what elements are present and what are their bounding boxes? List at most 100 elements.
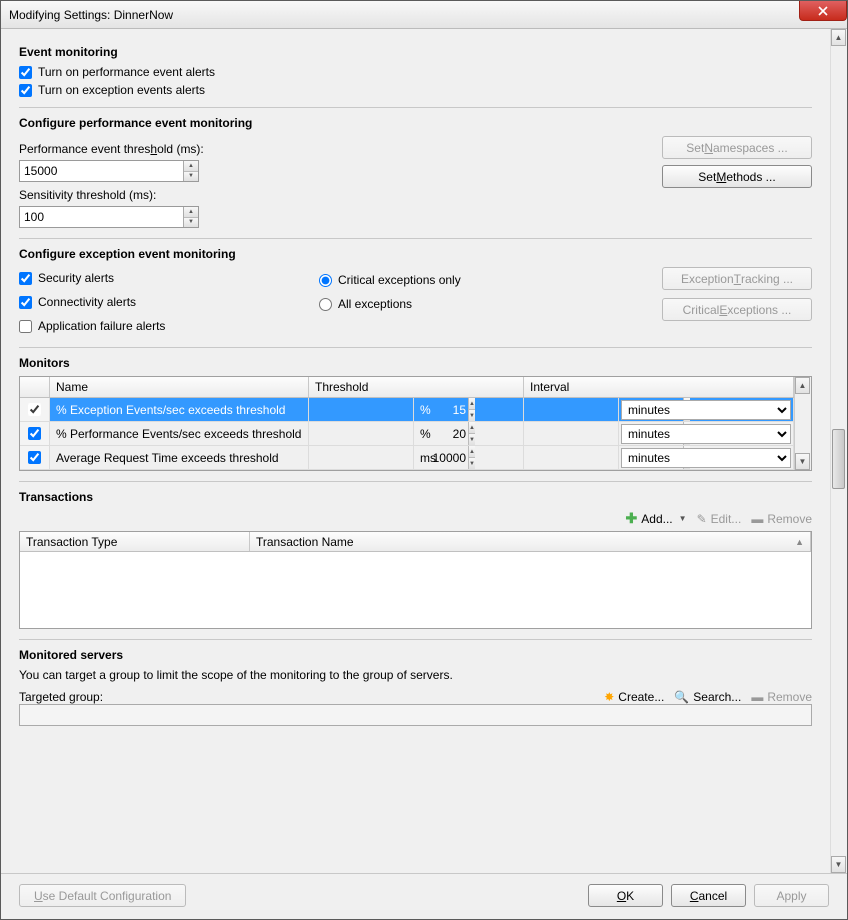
- col-name[interactable]: Name: [50, 377, 309, 397]
- close-icon: [818, 6, 828, 16]
- interval-unit-select[interactable]: minutes: [621, 424, 791, 444]
- app-failure-alerts-label: Application failure alerts: [38, 319, 165, 333]
- col-threshold[interactable]: Threshold: [309, 377, 524, 397]
- app-failure-alerts-checkbox[interactable]: [19, 320, 32, 333]
- transactions-heading: Transactions: [19, 490, 812, 504]
- monitored-servers-desc: You can target a group to limit the scop…: [19, 668, 812, 682]
- threshold-spinner[interactable]: ▲▼: [309, 446, 413, 469]
- scroll-up-icon[interactable]: ▲: [795, 377, 810, 394]
- all-exceptions-radio[interactable]: [319, 298, 332, 311]
- scroll-down-icon[interactable]: ▼: [795, 453, 810, 470]
- row-threshold-unit: ms: [414, 446, 524, 469]
- perf-threshold-input[interactable]: [20, 161, 183, 181]
- row-threshold: ▲▼: [309, 446, 414, 469]
- perf-config-heading: Configure performance event monitoring: [19, 116, 812, 130]
- remove-transaction-button[interactable]: ▬ Remove: [751, 512, 812, 526]
- interval-spinner[interactable]: ▲▼: [524, 398, 618, 421]
- edit-label: Edit...: [711, 512, 742, 526]
- table-row[interactable]: % Performance Events/sec exceeds thresho…: [20, 422, 794, 446]
- row-check-cell: [20, 446, 50, 469]
- perf-threshold-spinner[interactable]: ▲▼: [19, 160, 199, 182]
- row-checkbox[interactable]: [28, 427, 41, 440]
- excep-alerts-label: Turn on exception events alerts: [38, 83, 205, 97]
- threshold-spinner[interactable]: ▲▼: [309, 422, 413, 445]
- scroll-up-icon[interactable]: ▲: [831, 29, 846, 46]
- col-transaction-name-label: Transaction Name: [256, 535, 354, 549]
- exception-tracking-button[interactable]: Exception Tracking ...: [662, 267, 812, 290]
- chevron-down-icon: ▼: [679, 514, 687, 523]
- monitors-scrollbar[interactable]: ▲ ▼: [794, 377, 811, 470]
- security-alerts-checkbox[interactable]: [19, 272, 32, 285]
- all-exceptions-label: All exceptions: [338, 297, 412, 311]
- row-threshold: ▲▼: [309, 422, 414, 445]
- table-row[interactable]: % Exception Events/sec exceeds threshold…: [20, 398, 794, 422]
- event-monitoring-heading: Event monitoring: [19, 45, 812, 59]
- row-interval: ▲▼: [524, 398, 619, 421]
- spinner-buttons[interactable]: ▲▼: [183, 161, 198, 181]
- sensitivity-input[interactable]: [20, 207, 183, 227]
- critical-exceptions-button[interactable]: Critical Exceptions ...: [662, 298, 812, 321]
- row-check-cell: [20, 398, 50, 421]
- divider: [19, 347, 812, 348]
- scroll-thumb[interactable]: [832, 429, 845, 489]
- col-transaction-name[interactable]: Transaction Name ▲: [250, 532, 811, 551]
- create-group-button[interactable]: ✸ Create...: [604, 690, 664, 704]
- dialog-window: Modifying Settings: DinnerNow Event moni…: [0, 0, 848, 920]
- dialog-footer: Use Default Configuration OK Cancel Appl…: [1, 873, 847, 919]
- pencil-icon: ✎: [697, 512, 707, 526]
- row-threshold: ▲▼: [309, 398, 414, 421]
- scroll-down-icon[interactable]: ▼: [831, 856, 846, 873]
- col-interval[interactable]: Interval: [524, 377, 794, 397]
- row-name: Average Request Time exceeds threshold: [50, 446, 309, 469]
- use-default-config-button[interactable]: Use Default Configuration: [19, 884, 186, 907]
- star-icon: ✸: [604, 690, 614, 704]
- set-methods-button[interactable]: Set Methods ...: [662, 165, 812, 188]
- table-row[interactable]: Average Request Time exceeds threshold▲▼…: [20, 446, 794, 470]
- remove-group-label: Remove: [767, 690, 812, 704]
- excep-alerts-checkbox[interactable]: [19, 84, 32, 97]
- excep-config-heading: Configure exception event monitoring: [19, 247, 812, 261]
- critical-only-radio[interactable]: [319, 274, 332, 287]
- monitors-header-row: Name Threshold Interval: [20, 377, 794, 398]
- divider: [19, 639, 812, 640]
- interval-spinner[interactable]: ▲▼: [524, 422, 618, 445]
- search-icon: 🔍: [674, 690, 689, 704]
- titlebar: Modifying Settings: DinnerNow: [1, 1, 847, 29]
- targeted-group-input[interactable]: [19, 704, 812, 726]
- targeted-group-label: Targeted group:: [19, 690, 103, 704]
- row-interval-unit: minutes: [619, 446, 794, 469]
- sensitivity-spinner[interactable]: ▲▼: [19, 206, 199, 228]
- divider: [19, 107, 812, 108]
- perf-alerts-checkbox[interactable]: [19, 66, 32, 79]
- row-checkbox[interactable]: [28, 451, 41, 464]
- interval-unit-select[interactable]: minutes: [621, 400, 791, 420]
- perf-alerts-label: Turn on performance event alerts: [38, 65, 215, 79]
- search-group-button[interactable]: 🔍 Search...: [674, 690, 741, 704]
- create-label: Create...: [618, 690, 664, 704]
- row-name: % Exception Events/sec exceeds threshold: [50, 398, 309, 421]
- monitors-heading: Monitors: [19, 356, 812, 370]
- interval-spinner[interactable]: ▲▼: [524, 446, 618, 469]
- cancel-button[interactable]: Cancel: [671, 884, 746, 907]
- edit-transaction-button[interactable]: ✎ Edit...: [697, 512, 742, 526]
- close-button[interactable]: [799, 1, 847, 21]
- threshold-spinner[interactable]: ▲▼: [309, 398, 413, 421]
- row-threshold-unit: %: [414, 398, 524, 421]
- add-transaction-button[interactable]: ✚ Add... ▼: [626, 510, 687, 527]
- main-scrollbar[interactable]: ▲ ▼: [830, 29, 847, 873]
- connectivity-alerts-label: Connectivity alerts: [38, 295, 136, 309]
- row-checkbox[interactable]: [28, 403, 41, 416]
- interval-unit-select[interactable]: minutes: [621, 448, 791, 468]
- window-title: Modifying Settings: DinnerNow: [9, 8, 173, 22]
- col-transaction-type[interactable]: Transaction Type: [20, 532, 250, 551]
- connectivity-alerts-checkbox[interactable]: [19, 296, 32, 309]
- spinner-buttons[interactable]: ▲▼: [183, 207, 198, 227]
- set-namespaces-button[interactable]: Set Namespaces ...: [662, 136, 812, 159]
- ok-button[interactable]: OK: [588, 884, 663, 907]
- perf-threshold-label: Performance event threshold (ms):: [19, 142, 339, 156]
- critical-only-label: Critical exceptions only: [338, 273, 461, 287]
- remove-label: Remove: [767, 512, 812, 526]
- remove-group-button[interactable]: ▬ Remove: [751, 690, 812, 704]
- divider: [19, 238, 812, 239]
- apply-button[interactable]: Apply: [754, 884, 829, 907]
